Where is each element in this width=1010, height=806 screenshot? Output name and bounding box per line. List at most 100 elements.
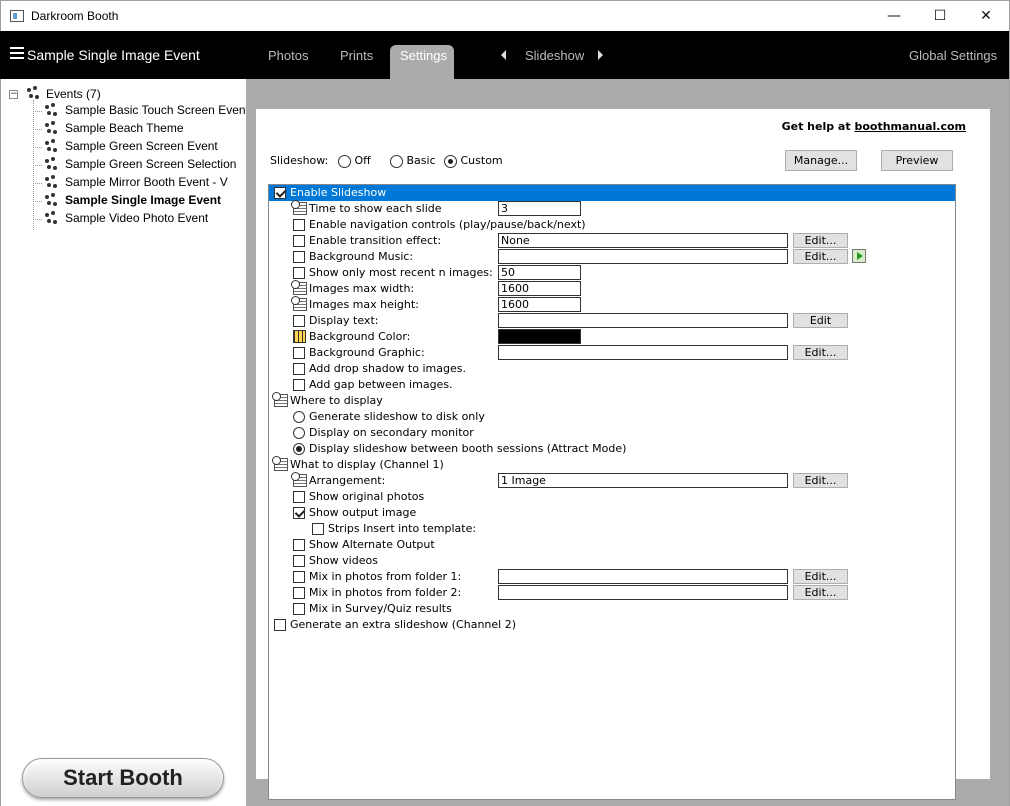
mix-folder2-checkbox[interactable]	[293, 587, 305, 599]
show-alternate-checkbox[interactable]	[293, 539, 305, 551]
next-arrow-icon[interactable]	[598, 50, 603, 60]
drop-shadow-checkbox[interactable]	[293, 363, 305, 375]
minimize-button[interactable]: —	[871, 1, 917, 31]
display-text-edit-button[interactable]: Edit	[793, 313, 848, 328]
attract-mode-row: Display slideshow between booth sessions…	[269, 441, 955, 457]
play-icon[interactable]	[852, 249, 866, 263]
settings-icon	[291, 296, 307, 311]
previous-arrow-icon[interactable]	[501, 50, 506, 60]
window-title: Darkroom Booth	[31, 9, 119, 23]
preview-button[interactable]: Preview	[881, 150, 953, 171]
collapse-icon[interactable]: −	[9, 90, 18, 99]
event-icon	[43, 121, 59, 137]
bg-graphic-edit-button[interactable]: Edit...	[793, 345, 848, 360]
transition-input[interactable]: None	[498, 233, 788, 248]
mode-off-label: Off	[354, 154, 371, 167]
enable-slideshow-checkbox[interactable]	[274, 187, 286, 199]
bg-music-checkbox[interactable]	[293, 251, 305, 263]
tab-slideshow[interactable]: Slideshow	[525, 48, 584, 63]
bg-music-edit-button[interactable]: Edit...	[793, 249, 848, 264]
close-button[interactable]: ✕	[963, 1, 1009, 31]
recent-n-label: Show only most recent n images:	[309, 266, 493, 279]
mix-folder2-input[interactable]	[498, 585, 788, 600]
what-display-label: What to display (Channel 1)	[290, 458, 444, 471]
drop-shadow-label: Add drop shadow to images.	[309, 362, 466, 375]
time-each-slide-input[interactable]: 3	[498, 201, 581, 216]
event-item[interactable]: Sample Video Photo Event	[33, 210, 245, 228]
bg-graphic-checkbox[interactable]	[293, 347, 305, 359]
bg-graphic-input[interactable]	[498, 345, 788, 360]
slideshow-settings-panel: Get help at boothmanual.com Slideshow: O…	[256, 109, 990, 800]
extra-slideshow-checkbox[interactable]	[274, 619, 286, 631]
mix-folder1-checkbox[interactable]	[293, 571, 305, 583]
mix-folder1-edit-button[interactable]: Edit...	[793, 569, 848, 584]
mix-folder2-row: Mix in photos from folder 2: Edit...	[269, 585, 955, 601]
mode-custom-radio[interactable]: Custom	[444, 154, 503, 170]
global-settings-link[interactable]: Global Settings	[909, 48, 997, 63]
maximize-button[interactable]: ☐	[917, 1, 963, 31]
mix-folder1-input[interactable]	[498, 569, 788, 584]
show-output-checkbox[interactable]	[293, 507, 305, 519]
gap-checkbox[interactable]	[293, 379, 305, 391]
display-text-checkbox[interactable]	[293, 315, 305, 327]
event-item-label: Sample Mirror Booth Event - V	[65, 175, 228, 189]
where-display-label: Where to display	[290, 394, 383, 407]
settings-icon	[272, 456, 288, 471]
transition-edit-button[interactable]: Edit...	[793, 233, 848, 248]
max-width-input[interactable]: 1600	[498, 281, 581, 296]
enable-slideshow-row[interactable]: Enable Slideshow	[269, 185, 955, 201]
display-text-label: Display text:	[309, 314, 379, 327]
mode-basic-label: Basic	[406, 154, 436, 167]
mix-folder2-edit-button[interactable]: Edit...	[793, 585, 848, 600]
bg-color-label: Background Color:	[309, 330, 411, 343]
mode-custom-label: Custom	[460, 154, 503, 167]
drop-shadow-row: Add drop shadow to images.	[269, 361, 955, 377]
gen-disk-radio[interactable]	[293, 411, 305, 423]
event-item[interactable]: Sample Mirror Booth Event - V	[33, 174, 245, 192]
transition-checkbox[interactable]	[293, 235, 305, 247]
nav-controls-row: Enable navigation controls (play/pause/b…	[269, 217, 955, 233]
tab-prints[interactable]: Prints	[340, 48, 373, 63]
start-booth-button[interactable]: Start Booth	[22, 758, 224, 798]
mix-folder2-label: Mix in photos from folder 2:	[309, 586, 462, 599]
strips-insert-label: Strips Insert into template:	[328, 522, 477, 535]
top-nav-bar: Sample Single Image Event Photos Prints …	[0, 31, 1010, 79]
secondary-monitor-label: Display on secondary monitor	[309, 426, 474, 439]
display-text-input[interactable]	[498, 313, 788, 328]
show-videos-checkbox[interactable]	[293, 555, 305, 567]
tab-photos[interactable]: Photos	[268, 48, 308, 63]
arrangement-edit-button[interactable]: Edit...	[793, 473, 848, 488]
mix-survey-checkbox[interactable]	[293, 603, 305, 615]
attract-mode-radio[interactable]	[293, 443, 305, 455]
bg-music-row: Background Music: Edit...	[269, 249, 955, 265]
event-item[interactable]: Sample Green Screen Selection	[33, 156, 245, 174]
time-each-slide-label: Time to show each slide	[309, 202, 442, 215]
event-item-selected[interactable]: Sample Single Image Event	[33, 192, 245, 210]
show-output-row: Show output image	[269, 505, 955, 521]
mode-off-radio[interactable]: Off	[338, 154, 371, 170]
max-height-input[interactable]: 1600	[498, 297, 581, 312]
bg-music-label: Background Music:	[309, 250, 414, 263]
tab-settings[interactable]: Settings	[390, 45, 454, 79]
event-icon	[43, 139, 59, 155]
hamburger-menu-icon[interactable]	[10, 47, 24, 59]
recent-n-input[interactable]: 50	[498, 265, 581, 280]
attract-mode-label: Display slideshow between booth sessions…	[309, 442, 627, 455]
nav-controls-checkbox[interactable]	[293, 219, 305, 231]
boothmanual-link[interactable]: boothmanual.com	[854, 120, 966, 133]
event-item[interactable]: Sample Green Screen Event	[33, 138, 245, 156]
manage-button[interactable]: Manage...	[785, 150, 857, 171]
bg-music-input[interactable]	[498, 249, 788, 264]
event-item-label: Sample Beach Theme	[65, 121, 184, 135]
event-item[interactable]: Sample Basic Touch Screen Event	[33, 102, 249, 120]
strips-insert-checkbox[interactable]	[312, 523, 324, 535]
mode-basic-radio[interactable]: Basic	[390, 154, 436, 170]
what-display-row: What to display (Channel 1)	[269, 456, 955, 473]
secondary-monitor-radio[interactable]	[293, 427, 305, 439]
recent-n-checkbox[interactable]	[293, 267, 305, 279]
event-item[interactable]: Sample Beach Theme	[33, 120, 245, 138]
show-original-checkbox[interactable]	[293, 491, 305, 503]
title-bar: Darkroom Booth — ☐ ✕	[0, 0, 1010, 31]
arrangement-input[interactable]: 1 Image	[498, 473, 788, 488]
bg-color-swatch[interactable]	[498, 329, 581, 344]
